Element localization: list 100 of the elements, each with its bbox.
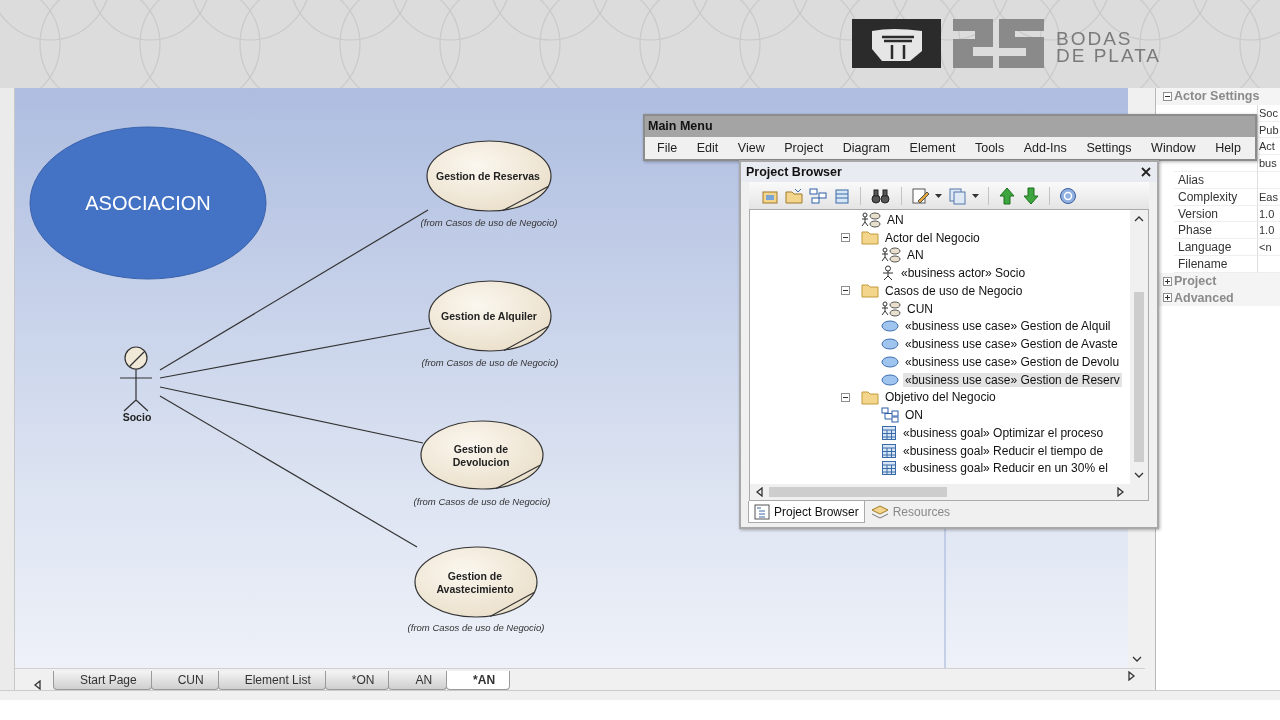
grid-icon	[881, 460, 897, 477]
ellipse-icon	[881, 320, 899, 333]
menu-item[interactable]: Element	[905, 140, 960, 156]
caret-icon[interactable]	[935, 193, 942, 198]
expand-icon[interactable]	[1163, 293, 1172, 303]
tree-item[interactable]: «business use case» Gestion de Devolu	[903, 354, 1122, 369]
actor-figure	[119, 346, 153, 412]
scroll-down-icon[interactable]	[1134, 470, 1144, 480]
expand-icon[interactable]	[1163, 276, 1172, 286]
folder-icon	[861, 283, 879, 299]
browser-tab[interactable]: Project Browser	[748, 501, 865, 523]
help-icon[interactable]	[1059, 186, 1077, 205]
tab-scroll-right-icon[interactable]	[1127, 671, 1137, 681]
grid-icon	[881, 442, 897, 459]
copy-icon[interactable]	[948, 186, 966, 205]
menu-item[interactable]: Add-Ins	[1019, 140, 1071, 156]
scroll-left-icon[interactable]	[755, 487, 765, 497]
menu-item[interactable]: File	[653, 140, 682, 156]
grid-icon	[881, 424, 897, 441]
scroll-down-icon[interactable]	[1131, 654, 1142, 664]
tree-item[interactable]: «business goal» Reducir el tiempo de	[901, 443, 1106, 458]
tree-item[interactable]: «business goal» Optimizar el proceso	[901, 425, 1106, 440]
menu-item[interactable]: Tools	[970, 140, 1009, 156]
document-tab[interactable]: AN	[388, 671, 448, 690]
tree-item[interactable]: «business use case» Gestion de Reserv	[903, 372, 1122, 387]
tree-item[interactable]: «business goal» Reducir en un 30% el	[901, 461, 1110, 476]
tree-item[interactable]: Actor del Negocio	[883, 230, 982, 245]
property-label: Filename	[1174, 255, 1258, 273]
up-arrow-icon[interactable]	[998, 186, 1016, 205]
use-case-label: Gestion de Alquiler	[441, 310, 537, 322]
binoculars-icon[interactable]	[870, 186, 892, 205]
package-origin-text: (from Casos de uso de Negocio)	[413, 496, 551, 507]
menu-item[interactable]: Help	[1211, 140, 1245, 156]
tab-scroll-left-icon[interactable]	[33, 680, 43, 690]
close-icon[interactable]	[1141, 167, 1151, 177]
document-tab[interactable]: CUN	[150, 671, 219, 690]
menu-item[interactable]: Window	[1147, 140, 1200, 156]
menu-item[interactable]: Settings	[1082, 140, 1136, 156]
package-origin-text: (from Casos de uso de Negocio)	[420, 217, 558, 228]
tree-item[interactable]: Casos de uso de Negocio	[883, 283, 1025, 298]
scroll-up-icon[interactable]	[1134, 214, 1144, 224]
actor-ellipse-icon	[881, 300, 901, 317]
folder-icon[interactable]	[785, 186, 803, 205]
property-label: Alias	[1174, 172, 1258, 189]
tree-item[interactable]: «business actor» Socio	[899, 266, 1028, 281]
property-value[interactable]: 1.0	[1258, 222, 1280, 240]
stack-icon	[870, 503, 889, 520]
property-value[interactable]: 1.0	[1258, 205, 1280, 223]
tree-item[interactable]: «business use case» Gestion de Avaste	[903, 337, 1120, 352]
tree-item[interactable]: AN	[885, 212, 906, 227]
scrollbar-thumb[interactable]	[1134, 292, 1144, 462]
use-case-label: Gestion de Avastecimiento	[436, 569, 514, 595]
menu-item[interactable]: View	[733, 140, 769, 156]
ellipse-icon	[881, 338, 899, 351]
property-value[interactable]: Act	[1258, 138, 1280, 156]
property-label: Complexity	[1174, 188, 1258, 206]
menu-item[interactable]: Diagram	[838, 140, 894, 156]
window-title: Main Menu	[645, 116, 1255, 137]
logo-text: BODAS DE PLATA	[1056, 29, 1162, 64]
folder-icon	[861, 389, 879, 405]
property-value[interactable]: bus	[1258, 155, 1280, 172]
package-origin-text: (from Casos de uso de Negocio)	[407, 622, 545, 633]
hierarchy-icon	[881, 407, 899, 424]
tree-item[interactable]: ON	[903, 408, 925, 423]
edit-icon[interactable]	[911, 186, 929, 205]
ellipse-icon	[881, 373, 899, 386]
package-origin-text: (from Casos de uso de Negocio)	[421, 357, 559, 368]
tree-item[interactable]: «business use case» Gestion de Alquil	[903, 319, 1113, 334]
use-case-label: Gestion de Devolucion	[452, 442, 510, 468]
property-value[interactable]: <n	[1258, 239, 1280, 256]
diagram-icon[interactable]	[809, 186, 827, 205]
actor-ellipse-icon	[861, 211, 881, 228]
property-label: Version	[1174, 205, 1258, 223]
menu-item[interactable]: Project	[780, 140, 828, 156]
collapse-icon[interactable]	[841, 392, 850, 402]
property-label: Language	[1174, 239, 1258, 256]
collapse-icon[interactable]	[1163, 91, 1172, 101]
document-tab[interactable]: *AN	[446, 671, 511, 690]
property-value[interactable]: Soc	[1258, 104, 1280, 122]
collapse-icon[interactable]	[841, 286, 850, 296]
scrollbar-thumb[interactable]	[769, 487, 947, 497]
tree-item[interactable]: AN	[905, 248, 926, 263]
scroll-right-icon[interactable]	[1116, 487, 1126, 497]
tree-item[interactable]: Objetivo del Negocio	[883, 390, 998, 405]
book-logo-icon	[852, 19, 941, 68]
use-case-label: Gestion de Reservas	[436, 170, 540, 182]
actor-ellipse-icon	[881, 247, 901, 264]
menu-item[interactable]: Edit	[692, 140, 723, 156]
folder-icon	[861, 230, 879, 246]
property-value[interactable]: Eas	[1258, 188, 1280, 206]
actor-name: Socio	[122, 411, 152, 423]
tree-window-icon	[754, 503, 770, 520]
collapse-icon[interactable]	[841, 233, 850, 243]
window-title: Project Browser	[746, 165, 842, 179]
element-icon[interactable]	[833, 186, 851, 205]
document-tab[interactable]: Start Page	[53, 671, 152, 690]
caret-icon[interactable]	[972, 193, 979, 198]
tree-item[interactable]: CUN	[905, 301, 935, 316]
down-arrow-icon[interactable]	[1022, 186, 1040, 205]
property-value[interactable]: Pub	[1258, 121, 1280, 139]
